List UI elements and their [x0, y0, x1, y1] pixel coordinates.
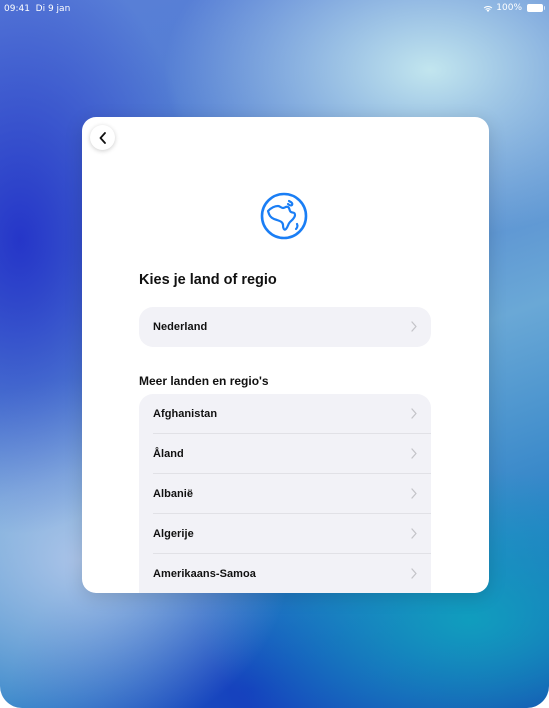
region-row[interactable]: Amerikaans-Samoa — [139, 554, 431, 593]
status-date: Di 9 jan — [35, 4, 71, 14]
region-row[interactable]: Afghanistan — [139, 394, 431, 434]
status-bar: 09:41 Di 9 jan 100% — [0, 0, 549, 22]
region-row[interactable]: Albanië — [139, 474, 431, 514]
chevron-left-icon — [99, 131, 106, 144]
status-indicators: 100% — [483, 3, 545, 13]
chevron-right-icon — [411, 448, 417, 459]
setup-sheet: Kies je land of regio Nederland Meer lan… — [82, 117, 489, 593]
battery-percentage: 100% — [496, 3, 522, 13]
region-label: Albanië — [153, 488, 194, 500]
back-button[interactable] — [90, 125, 115, 150]
current-region-group: Nederland — [139, 307, 431, 347]
section-title: Meer landen en regio's — [139, 374, 269, 388]
current-region-row[interactable]: Nederland — [139, 307, 431, 347]
status-time-date: 09:41 Di 9 jan — [4, 4, 70, 14]
region-list: Afghanistan Åland Albanië Algerije Ameri… — [139, 394, 431, 593]
page-title: Kies je land of regio — [139, 272, 277, 288]
chevron-right-icon — [411, 488, 417, 499]
chevron-right-icon — [411, 408, 417, 419]
chevron-right-icon — [411, 321, 417, 332]
region-label: Algerije — [153, 528, 194, 540]
region-row[interactable]: Algerije — [139, 514, 431, 554]
ipad-screen: 09:41 Di 9 jan 100% Kies je land of regi… — [0, 0, 549, 708]
battery-icon — [527, 4, 545, 12]
chevron-right-icon — [411, 568, 417, 579]
region-row[interactable]: Åland — [139, 434, 431, 474]
region-label: Afghanistan — [153, 408, 218, 420]
globe-icon — [260, 192, 308, 240]
region-label: Nederland — [153, 321, 208, 333]
region-label: Amerikaans-Samoa — [153, 568, 256, 580]
wifi-icon — [484, 5, 493, 12]
chevron-right-icon — [411, 528, 417, 539]
status-time: 09:41 — [4, 4, 30, 14]
region-label: Åland — [153, 448, 184, 460]
